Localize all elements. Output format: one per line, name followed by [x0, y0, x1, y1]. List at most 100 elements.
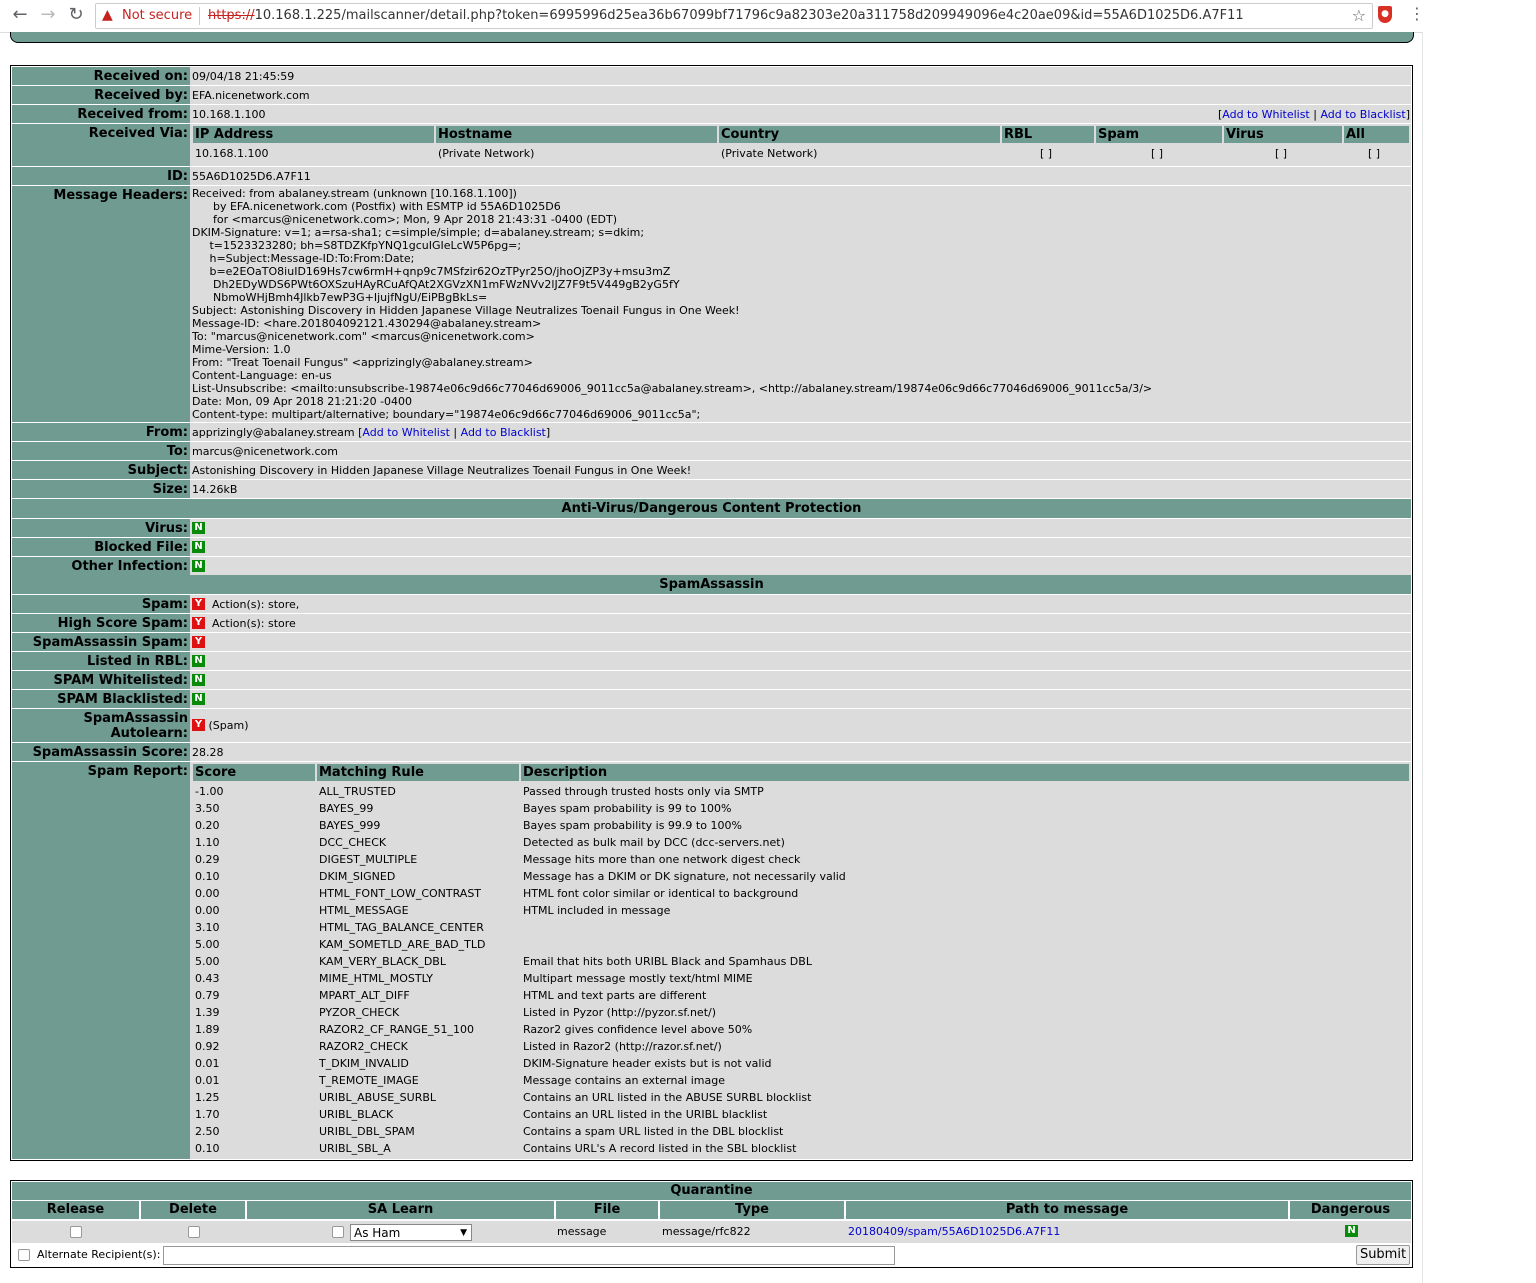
report-score: 0.00 — [195, 887, 220, 900]
browser-menu-icon[interactable]: ⋮ — [1409, 4, 1425, 23]
report-score: 5.00 — [195, 938, 220, 951]
dropdown-arrow-icon: ▼ — [460, 1228, 467, 1238]
table-row: 1.25 URIBL_ABUSE_SURBL Contains an URL lis… — [193, 1089, 1413, 1106]
from-add-to-blacklist-link[interactable]: Add to Blacklist — [461, 426, 546, 439]
label-spam-report: Spam Report: — [12, 762, 190, 1159]
report-description: Bayes spam probability is 99 to 100% — [523, 802, 732, 815]
report-header-score: Score — [193, 764, 315, 781]
report-description: Bayes spam probability is 99.9 to 100% — [523, 819, 742, 832]
virus-badge: N — [192, 522, 205, 534]
report-rule: BAYES_99 — [319, 802, 374, 815]
add-to-blacklist-link[interactable]: Add to Blacklist — [1320, 108, 1405, 121]
report-description: Listed in Razor2 (http://razor.sf.net/) — [523, 1040, 722, 1053]
value-spam-whitelisted: N — [192, 671, 1411, 689]
via-hostname: (Private Network) — [438, 147, 535, 160]
quarantine-row: As Ham ▼ message message/rfc822 20180409/… — [12, 1221, 1411, 1243]
forward-arrow-icon[interactable]: → — [36, 4, 60, 28]
q-header-release: Release — [12, 1201, 139, 1219]
page-header-bar — [10, 32, 1414, 43]
address-bar[interactable]: ▲ Not secure https://10.168.1.225/mailsc… — [95, 3, 1373, 29]
report-rule: ALL_TRUSTED — [319, 785, 396, 798]
alt-recipient-input[interactable] — [163, 1246, 895, 1265]
report-score: 0.10 — [195, 870, 220, 883]
value-other-infection: N — [192, 557, 1411, 575]
report-score: 0.79 — [195, 989, 220, 1002]
alt-recipient-checkbox[interactable] — [18, 1249, 30, 1261]
from-add-to-whitelist-link[interactable]: Add to Whitelist — [362, 426, 449, 439]
dangerous-cell: N — [1345, 1221, 1358, 1243]
received-from-actions: [Add to Whitelist | Add to Blacklist] — [1217, 108, 1410, 121]
bookmark-star-icon[interactable]: ☆ — [1352, 6, 1366, 25]
report-description: HTML included in message — [523, 904, 671, 917]
table-row: 0.92 RAZOR2_CHECK Listed in Razor2 (http:/… — [193, 1038, 1413, 1055]
report-rule: HTML_MESSAGE — [319, 904, 409, 917]
report-description: Email that hits both URIBL Black and Spa… — [523, 955, 812, 968]
report-score: 1.89 — [195, 1023, 220, 1036]
report-score: 0.00 — [195, 904, 220, 917]
add-to-whitelist-link[interactable]: Add to Whitelist — [1222, 108, 1309, 121]
q-header-type: Type — [660, 1201, 844, 1219]
report-rule: RAZOR2_CF_RANGE_51_100 — [319, 1023, 474, 1036]
from-address: apprizingly@abalaney.stream — [192, 426, 355, 439]
report-score: 3.10 — [195, 921, 220, 934]
blocked-file-badge: N — [192, 541, 205, 553]
url-text[interactable]: https://10.168.1.225/mailscanner/detail.… — [208, 8, 1244, 23]
table-row: 1.70 URIBL_BLACK Contains an URL listed in… — [193, 1106, 1413, 1123]
report-rule: DIGEST_MULTIPLE — [319, 853, 418, 866]
value-received-by: EFA.nicenetwork.com — [192, 89, 310, 102]
value-spam-blacklisted: N — [192, 690, 1411, 708]
path-link[interactable]: 20180409/spam/55A6D1025D6.A7F11 — [848, 1221, 1060, 1243]
row-spam-blacklisted: SPAM Blacklisted: N — [12, 690, 1411, 708]
q-header-sa-learn: SA Learn — [247, 1201, 554, 1219]
report-rule: URIBL_SBL_A — [319, 1142, 391, 1155]
table-row: 0.29 DIGEST_MULTIPLE Message hits more tha… — [193, 851, 1413, 868]
sa-learn-select[interactable]: As Ham ▼ — [350, 1224, 472, 1241]
extension-shield-icon[interactable]: ● — [1378, 6, 1392, 23]
table-row: 3.50 BAYES_99 Bayes spam probability is 99… — [193, 800, 1413, 817]
label-sa-spam: SpamAssassin Spam: — [12, 633, 190, 651]
quarantine-table: Quarantine Release Delete SA Learn File … — [10, 1180, 1413, 1268]
delete-checkbox[interactable] — [188, 1226, 200, 1238]
label-listed-rbl: Listed in RBL: — [12, 652, 190, 670]
value-received-from: 10.168.1.100 [Add to Whitelist | Add to … — [192, 105, 1411, 123]
url-rest: 10.168.1.225/mailscanner/detail.php?toke… — [254, 8, 1244, 23]
report-score: 1.10 — [195, 836, 220, 849]
via-virus: [ ] — [1275, 147, 1288, 160]
q-header-dangerous: Dangerous — [1290, 1201, 1411, 1219]
section-spamassassin: SpamAssassin — [12, 575, 1411, 594]
warning-icon: ▲ — [102, 7, 113, 23]
release-checkbox[interactable] — [70, 1226, 82, 1238]
value-size: 14.26kB — [192, 483, 238, 496]
row-size: Size: 14.26kB — [12, 480, 1411, 498]
table-row: 0.79 MPART_ALT_DIFF HTML and text parts ar… — [193, 987, 1413, 1004]
scrollbar-edge — [1422, 32, 1423, 1283]
via-header-virus: Virus — [1224, 126, 1342, 143]
submit-button[interactable]: Submit — [1356, 1245, 1410, 1265]
report-rule: RAZOR2_CHECK — [319, 1040, 408, 1053]
row-id: ID: 55A6D1025D6.A7F11 — [12, 167, 1411, 185]
reload-icon[interactable]: ↻ — [64, 4, 88, 28]
via-spam: [ ] — [1151, 147, 1164, 160]
report-rule: DKIM_SIGNED — [319, 870, 396, 883]
back-arrow-icon[interactable]: ← — [8, 4, 32, 28]
value-blocked-file: N — [192, 538, 1411, 556]
sa-learn-cell — [332, 1221, 344, 1243]
not-secure-label[interactable]: Not secure — [122, 8, 192, 23]
row-received-via: Received Via: IP Address Hostname Countr… — [12, 124, 1411, 166]
report-score: 0.01 — [195, 1074, 220, 1087]
report-score: 0.01 — [195, 1057, 220, 1070]
via-header-all: All — [1344, 126, 1409, 143]
label-received-on: Received on: — [12, 67, 190, 85]
via-header-country: Country — [719, 126, 1000, 143]
row-other-infection: Other Infection: N — [12, 557, 1411, 575]
via-country: (Private Network) — [721, 147, 818, 160]
table-row: 0.43 MIME_HTML_MOSTLY Multipart message mo… — [193, 970, 1413, 987]
high-score-spam-badge: Y — [192, 617, 205, 629]
label-id: ID: — [12, 167, 190, 185]
row-virus: Virus: N — [12, 519, 1411, 537]
value-id: 55A6D1025D6.A7F11 — [192, 170, 311, 183]
type-cell: message/rfc822 — [662, 1225, 751, 1238]
sa-learn-checkbox[interactable] — [332, 1226, 344, 1238]
row-subject: Subject: Astonishing Discovery in Hidden… — [12, 461, 1411, 479]
report-description: Message hits more than one network diges… — [523, 853, 801, 866]
